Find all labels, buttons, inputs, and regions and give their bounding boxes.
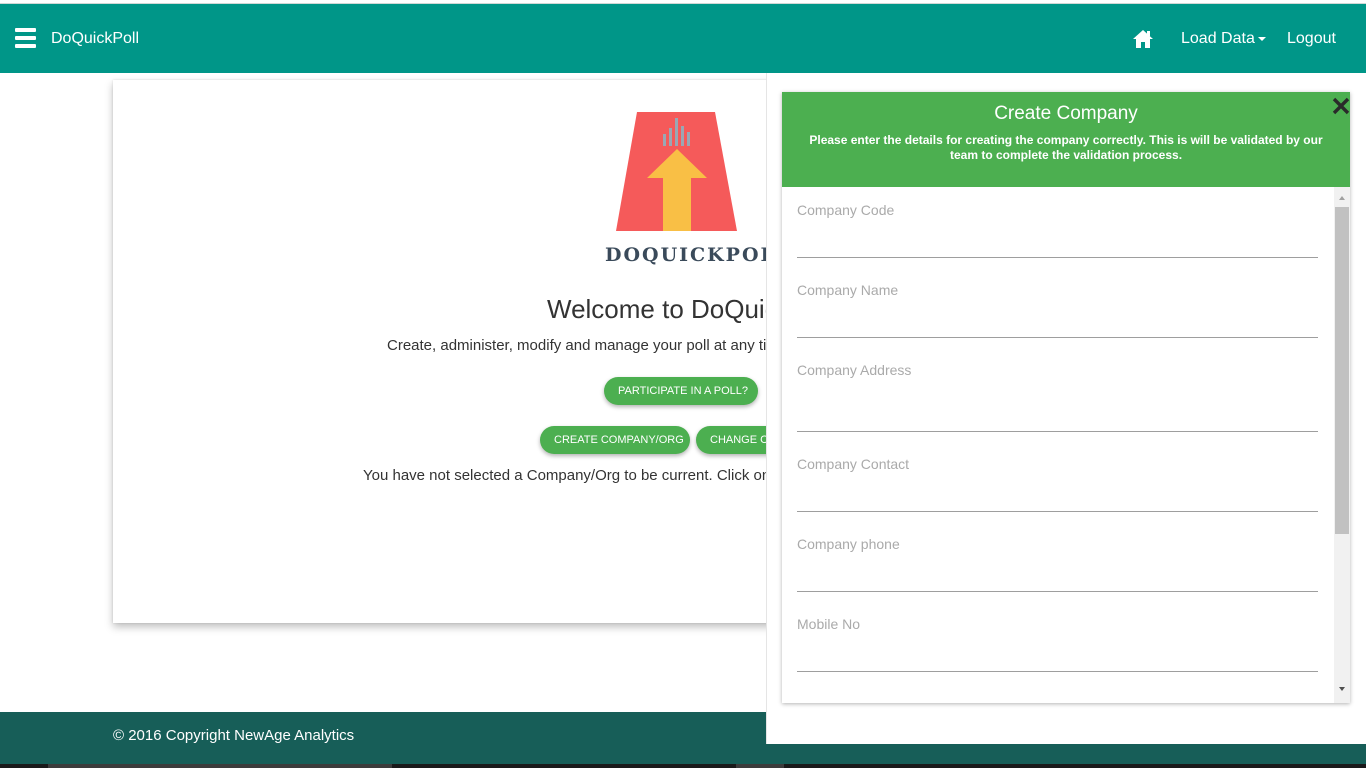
welcome-subtitle: Create, administer, modify and manage yo… bbox=[387, 337, 788, 354]
modal-description: Please enter the details for creating th… bbox=[809, 133, 1323, 162]
home-icon[interactable] bbox=[1132, 29, 1154, 49]
mobile-no-field: Mobile No bbox=[797, 616, 1318, 672]
scroll-down-arrow-icon[interactable] bbox=[1339, 687, 1345, 691]
modal-title: Create Company bbox=[994, 103, 1138, 124]
company-phone-field: Company phone bbox=[797, 536, 1318, 592]
load-data-dropdown[interactable]: Load Data bbox=[1181, 30, 1266, 48]
company-code-label: Company Code bbox=[797, 202, 895, 218]
hamburger-menu-icon[interactable] bbox=[15, 28, 36, 48]
doquickpoll-logo bbox=[616, 112, 738, 232]
company-contact-underline bbox=[797, 511, 1318, 512]
company-contact-input[interactable] bbox=[797, 486, 1318, 508]
company-code-underline bbox=[797, 257, 1318, 258]
mobile-no-label: Mobile No bbox=[797, 616, 861, 632]
company-phone-input[interactable] bbox=[797, 566, 1318, 588]
company-address-underline bbox=[797, 431, 1318, 432]
logout-link[interactable]: Logout bbox=[1287, 30, 1336, 48]
company-phone-label: Company phone bbox=[797, 536, 900, 552]
mobile-no-underline bbox=[797, 671, 1318, 672]
navbar: DoQuickPoll Load Data Logout bbox=[0, 4, 1366, 73]
company-code-field: Company Code bbox=[797, 202, 1318, 258]
close-icon[interactable] bbox=[1331, 94, 1351, 116]
create-company-modal: Create Company Please enter the details … bbox=[782, 92, 1350, 703]
company-form: Company Code Company Name Company Addres… bbox=[782, 187, 1334, 703]
modal-header: Create Company Please enter the details … bbox=[782, 92, 1350, 187]
company-address-field: Company Address bbox=[797, 362, 1318, 432]
company-name-label: Company Name bbox=[797, 282, 899, 298]
scroll-up-arrow-icon[interactable] bbox=[1339, 196, 1345, 200]
create-company-button[interactable]: CREATE COMPANY/ORG bbox=[540, 426, 690, 454]
caret-down-icon bbox=[1257, 36, 1266, 41]
company-notice-text: You have not selected a Company/Org to b… bbox=[363, 467, 786, 484]
form-scrollbar[interactable] bbox=[1334, 187, 1350, 703]
company-contact-label: Company Contact bbox=[797, 456, 910, 472]
company-address-label: Company Address bbox=[797, 362, 912, 378]
brand-link[interactable]: DoQuickPoll bbox=[51, 30, 139, 48]
scrollbar-thumb[interactable] bbox=[1335, 207, 1349, 534]
logo-text: DOQUICKPOLL bbox=[605, 244, 792, 266]
bottom-bar bbox=[0, 764, 1366, 768]
footer-copyright: © 2016 Copyright NewAge Analytics bbox=[113, 727, 355, 744]
company-name-field: Company Name bbox=[797, 282, 1318, 338]
company-phone-underline bbox=[797, 591, 1318, 592]
company-name-underline bbox=[797, 337, 1318, 338]
welcome-heading: Welcome to DoQuick bbox=[547, 294, 791, 324]
company-name-input[interactable] bbox=[797, 312, 1318, 334]
company-address-input[interactable] bbox=[797, 392, 1318, 432]
participate-poll-button[interactable]: PARTICIPATE IN A POLL? bbox=[604, 377, 758, 405]
company-contact-field: Company Contact bbox=[797, 456, 1318, 512]
mobile-no-input[interactable] bbox=[797, 646, 1318, 668]
load-data-label: Load Data bbox=[1181, 30, 1255, 47]
company-code-input[interactable] bbox=[797, 232, 1318, 254]
